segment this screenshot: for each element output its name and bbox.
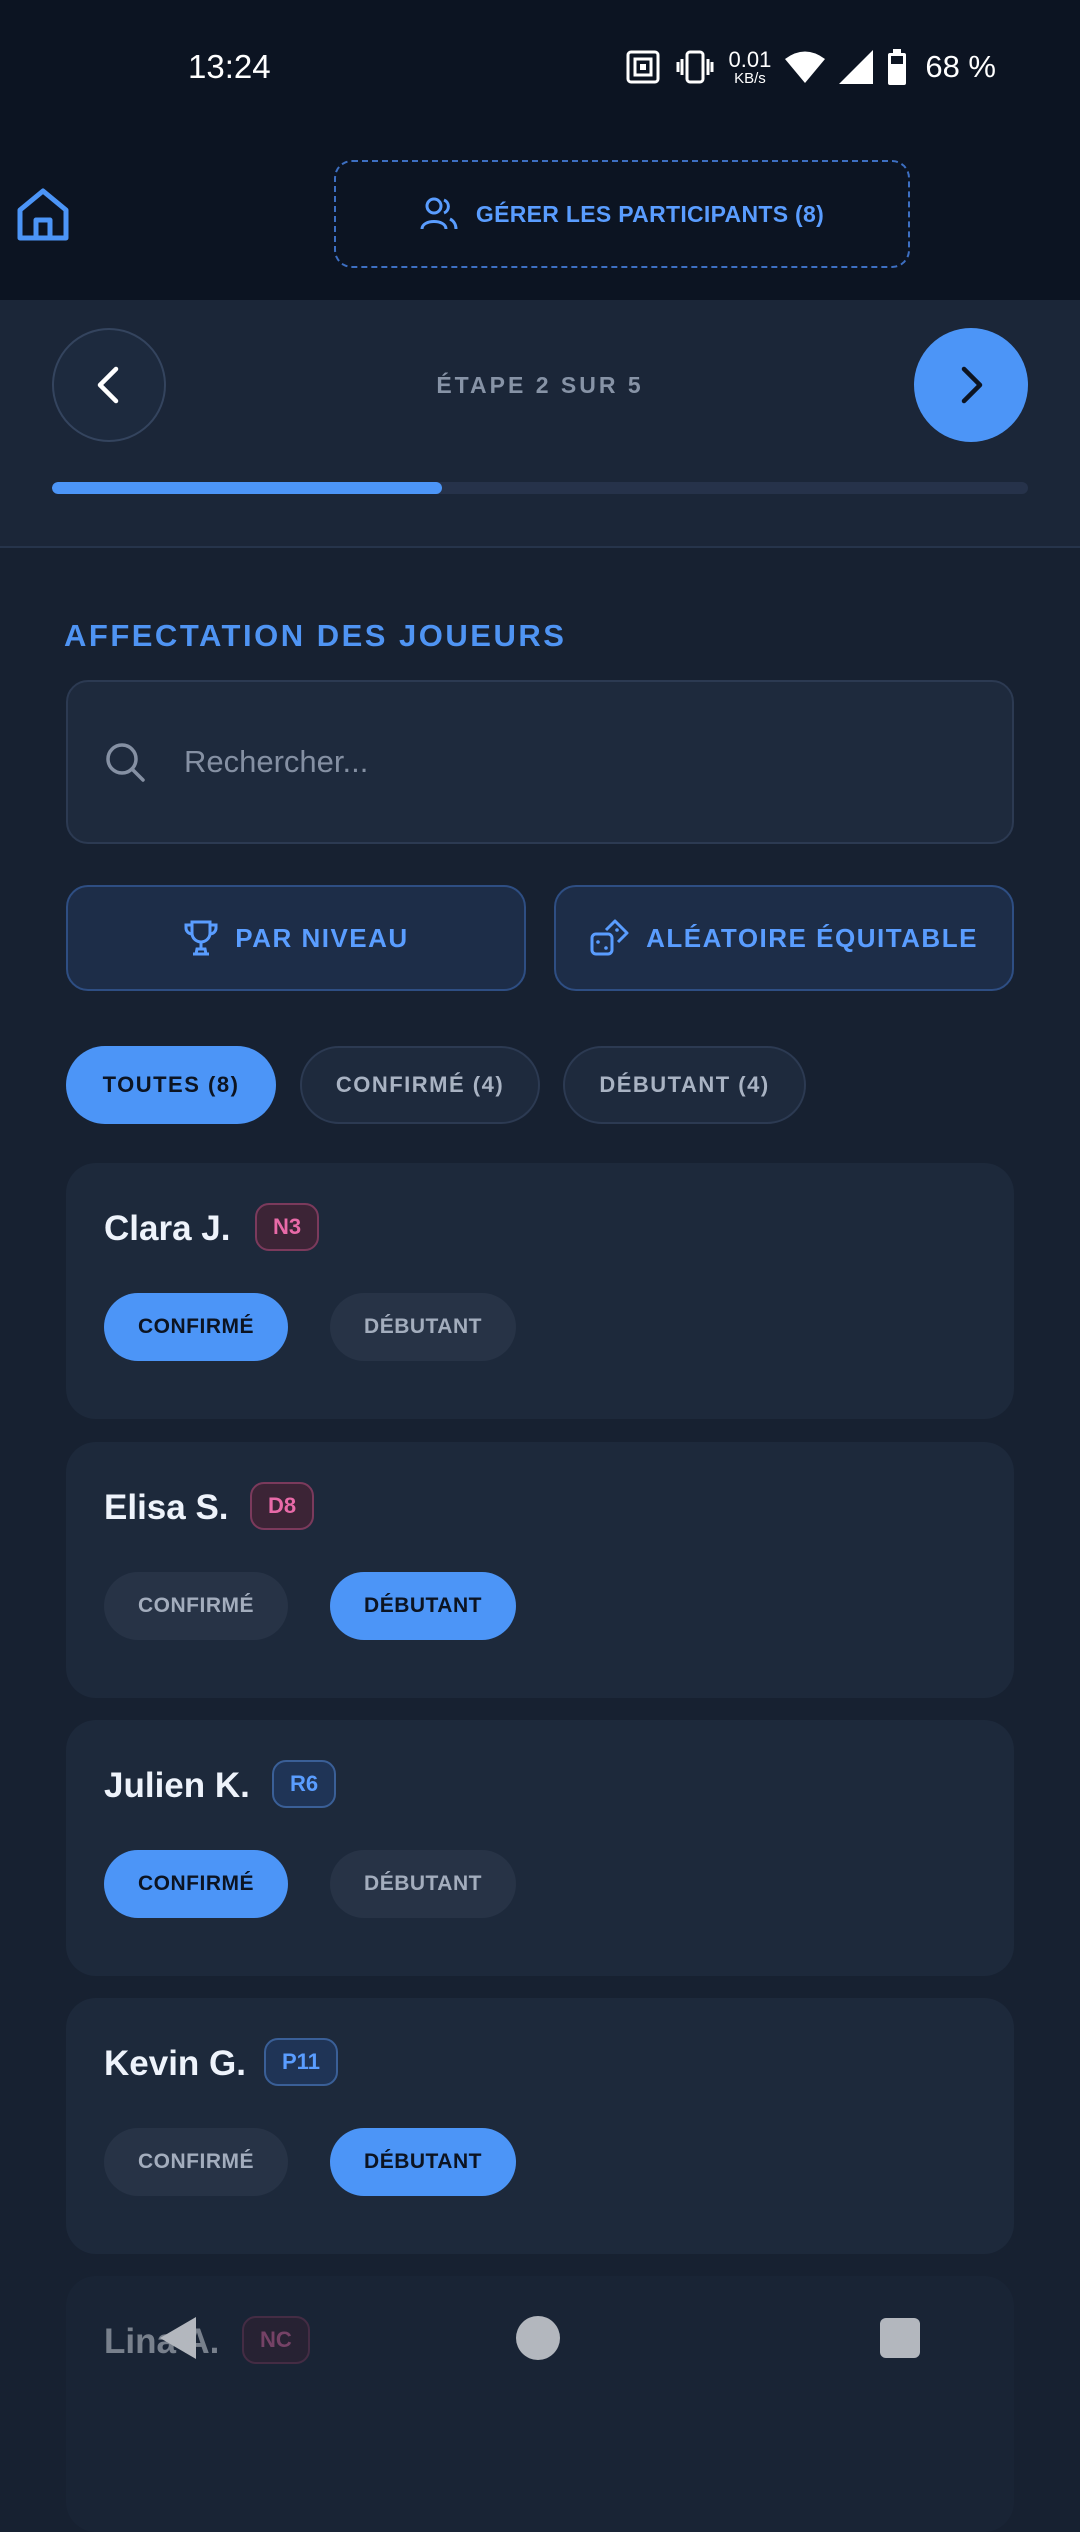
chevron-left-icon: [97, 366, 119, 404]
player-name: Julien K.: [104, 1766, 250, 1805]
trophy-icon: [184, 920, 218, 956]
player-name: Clara J.: [104, 1209, 231, 1248]
beginner-toggle[interactable]: DÉBUTANT: [330, 1572, 516, 1640]
beginner-toggle[interactable]: DÉBUTANT: [330, 1293, 516, 1361]
filter-chip-beginner[interactable]: DÉBUTANT (4): [563, 1046, 806, 1124]
player-level-badge: R6: [272, 1760, 337, 1808]
filter-chip-label: DÉBUTANT (4): [599, 1072, 770, 1097]
dice-icon: [590, 919, 629, 956]
search-icon: [106, 743, 145, 782]
step-indicator: ÉTAPE 2 SUR 5: [436, 372, 644, 398]
beginner-toggle[interactable]: DÉBUTANT: [330, 1850, 516, 1918]
beginner-toggle[interactable]: DÉBUTANT: [330, 2128, 516, 2196]
filter-chip-all[interactable]: TOUTES (8): [66, 1046, 276, 1124]
vibrate-icon: [676, 50, 713, 84]
player-level-badge: D8: [250, 1482, 315, 1530]
home-circle-icon[interactable]: [516, 2316, 560, 2360]
random-fair-button[interactable]: ALÉATOIRE ÉQUITABLE: [554, 885, 1014, 991]
wifi-icon: [785, 51, 826, 83]
battery-percent: 68 %: [925, 49, 996, 84]
search-bar: [66, 680, 1014, 844]
chevron-right-icon: [961, 366, 983, 404]
previous-step-button[interactable]: [52, 328, 166, 442]
back-icon[interactable]: [160, 2317, 196, 2359]
player-level-badge: P11: [264, 2038, 338, 2086]
system-navigation-bar: [0, 2276, 1080, 2400]
section-title: AFFECTATION DES JOUEURS: [64, 618, 567, 653]
step-progress-bar: [52, 482, 1028, 494]
step-navigation: [0, 300, 1080, 548]
status-icons: 0.01 KB/s 68 %: [625, 44, 996, 90]
nfc-icon: [626, 50, 659, 84]
player-level-badge: N3: [255, 1203, 320, 1251]
sort-by-level-button[interactable]: PAR NIVEAU: [66, 885, 526, 991]
confirmed-toggle[interactable]: CONFIRMÉ: [104, 1850, 288, 1918]
status-time: 13:24: [188, 48, 271, 85]
manage-participants-label: GÉRER LES PARTICIPANTS (8): [475, 200, 825, 227]
step-progress-fill: [52, 482, 443, 494]
confirmed-toggle[interactable]: CONFIRMÉ: [104, 1293, 288, 1361]
recent-apps-icon[interactable]: [880, 2318, 920, 2358]
battery-icon: [888, 49, 907, 85]
confirmed-toggle[interactable]: CONFIRMÉ: [104, 1572, 288, 1640]
player-card: Kevin G. P11 CONFIRMÉ DÉBUTANT: [66, 1998, 1014, 2254]
users-icon: [420, 197, 458, 230]
home-icon: [17, 188, 69, 241]
sort-by-level-label: PAR NIVEAU: [235, 922, 409, 953]
signal-icon: [839, 50, 874, 84]
home-button[interactable]: [14, 186, 72, 244]
filter-chip-confirmed[interactable]: CONFIRMÉ (4): [300, 1046, 540, 1124]
filter-chip-label: CONFIRMÉ (4): [335, 1072, 505, 1097]
filter-chip-label: TOUTES (8): [102, 1072, 240, 1097]
player-name: Kevin G.: [104, 2044, 246, 2083]
manage-participants-button[interactable]: GÉRER LES PARTICIPANTS (8): [334, 160, 910, 268]
network-speed: 0.01 KB/s: [728, 46, 772, 87]
player-name: Elisa S.: [104, 1488, 229, 1527]
random-fair-label: ALÉATOIRE ÉQUITABLE: [646, 922, 978, 953]
player-card: Elisa S. D8 CONFIRMÉ DÉBUTANT: [66, 1442, 1014, 1698]
next-step-button[interactable]: [914, 328, 1028, 442]
confirmed-toggle[interactable]: CONFIRMÉ: [104, 2128, 288, 2196]
search-input[interactable]: [182, 743, 946, 781]
player-card: Clara J. N3 CONFIRMÉ DÉBUTANT: [66, 1163, 1014, 1419]
player-card: Julien K. R6 CONFIRMÉ DÉBUTANT: [66, 1720, 1014, 1976]
